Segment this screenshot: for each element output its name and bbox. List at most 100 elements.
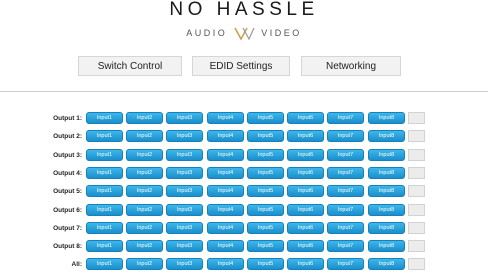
input-1-button[interactable]: Input1 [86,240,123,253]
input-2-button[interactable]: Input2 [126,258,163,271]
matrix-row-output-6: Output 6: Input1 Input2 Input3 Input4 Input5 I… [0,203,488,217]
blank-toggle-button[interactable] [408,240,425,253]
blank-toggle-button[interactable] [408,112,425,124]
brand-header: NO HASSLE AUDIO VIDEO [0,0,488,44]
input-8-button[interactable]: Input8 [368,130,405,143]
input-8-button[interactable]: Input8 [368,112,405,124]
blank-toggle-button[interactable] [408,185,425,198]
input-5-button[interactable]: Input5 [247,130,284,143]
switch-control-button[interactable]: Switch Control [78,56,182,76]
input-4-button[interactable]: Input4 [207,240,244,253]
input-5-button[interactable]: Input5 [247,166,284,179]
input-1-button[interactable]: Input1 [86,130,123,143]
input-1-button[interactable]: Input1 [86,185,123,198]
input-2-button[interactable]: Input2 [126,148,163,161]
output-label: Output 1: [53,115,82,122]
input-2-button[interactable]: Input2 [126,112,163,124]
input-7-button[interactable]: Input7 [327,240,364,253]
input-2-button[interactable]: Input2 [126,221,163,234]
blank-toggle-button[interactable] [408,130,425,143]
input-4-button[interactable]: Input4 [207,112,244,124]
input-6-button[interactable]: Input6 [287,166,324,179]
input-8-button[interactable]: Input8 [368,166,405,179]
input-6-button[interactable]: Input6 [287,221,324,234]
input-4-button[interactable]: Input4 [207,148,244,161]
input-7-button[interactable]: Input7 [327,166,364,179]
input-7-button[interactable]: Input7 [327,148,364,161]
input-2-button[interactable]: Input2 [126,166,163,179]
input-1-button[interactable]: Input1 [86,112,123,124]
input-3-button[interactable]: Input3 [166,258,203,271]
input-6-button[interactable]: Input6 [287,130,324,143]
input-1-button[interactable]: Input1 [86,166,123,179]
input-8-button[interactable]: Input8 [368,258,405,271]
input-1-button[interactable]: Input1 [86,221,123,234]
input-7-button[interactable]: Input7 [327,221,364,234]
input-7-button[interactable]: Input7 [327,185,364,198]
input-4-button[interactable]: Input4 [207,258,244,271]
input-3-button[interactable]: Input3 [166,185,203,198]
input-6-button[interactable]: Input6 [287,185,324,198]
input-3-button[interactable]: Input3 [166,166,203,179]
matrix-row-output-5: Output 5: Input1 Input2 Input3 Input4 Input5 I… [0,185,488,198]
output-label: Output 7: [53,224,82,232]
input-8-button[interactable]: Input8 [368,203,405,216]
input-5-button[interactable]: Input5 [247,112,284,124]
blank-toggle-button[interactable] [408,203,425,216]
input-3-button[interactable]: Input3 [166,112,203,124]
output-label: Output 6: [53,206,82,214]
input-4-button[interactable]: Input4 [207,221,244,234]
input-8-button[interactable]: Input8 [368,221,405,234]
input-6-button[interactable]: Input6 [287,203,324,216]
input-2-button[interactable]: Input2 [126,185,163,198]
input-6-button[interactable]: Input6 [287,112,324,124]
input-1-button[interactable]: Input1 [86,148,123,161]
brand-title: NO HASSLE [169,0,319,20]
input-6-button[interactable]: Input6 [287,240,324,253]
blank-toggle-button[interactable] [408,148,425,161]
input-5-button[interactable]: Input5 [247,203,284,216]
blank-toggle-button[interactable] [408,166,425,179]
input-2-button[interactable]: Input2 [126,203,163,216]
output-label: Output 2: [53,133,82,141]
input-6-button[interactable]: Input6 [287,148,324,161]
input-3-button[interactable]: Input3 [166,221,203,234]
input-5-button[interactable]: Input5 [247,185,284,198]
input-5-button[interactable]: Input5 [247,258,284,271]
input-5-button[interactable]: Input5 [247,148,284,161]
input-7-button[interactable]: Input7 [327,112,364,124]
input-5-button[interactable]: Input5 [247,240,284,253]
input-2-button[interactable]: Input2 [126,240,163,253]
input-7-button[interactable]: Input7 [327,130,364,143]
input-4-button[interactable]: Input4 [207,203,244,216]
matrix-row-output-4: Output 4: Input1 Input2 Input3 Input4 Input5 I… [0,166,488,180]
input-4-button[interactable]: Input4 [207,166,244,179]
matrix-row-output-2: Output 2: Input1 Input2 Input3 Input4 Input5 I… [0,130,488,143]
input-8-button[interactable]: Input8 [368,240,405,253]
output-label: Output 3: [53,151,82,159]
input-8-button[interactable]: Input8 [368,148,405,161]
input-4-button[interactable]: Input4 [207,185,244,198]
input-6-button[interactable]: Input6 [287,258,324,271]
matrix-row-all: All: Input1 Input2 Input3 Input4 Input5 Input6… [0,258,488,271]
input-4-button[interactable]: Input4 [207,130,244,143]
blank-toggle-button[interactable] [408,258,425,271]
input-1-button[interactable]: Input1 [86,203,123,216]
input-3-button[interactable]: Input3 [166,130,203,143]
av-chevron-icon [234,27,255,41]
matrix-row-output-1: Output 1: Input1 Input2 Input3 Input4 Input5 I… [0,112,488,125]
input-3-button[interactable]: Input3 [166,203,203,216]
input-3-button[interactable]: Input3 [166,240,203,253]
input-1-button[interactable]: Input1 [86,258,123,271]
networking-button[interactable]: Networking [301,56,401,76]
input-3-button[interactable]: Input3 [166,148,203,161]
blank-toggle-button[interactable] [408,221,425,234]
input-8-button[interactable]: Input8 [368,185,405,198]
input-7-button[interactable]: Input7 [327,203,364,216]
input-7-button[interactable]: Input7 [327,258,364,271]
input-5-button[interactable]: Input5 [247,221,284,234]
brand-subtitle: AUDIO VIDEO [0,25,488,41]
input-2-button[interactable]: Input2 [126,130,163,143]
output-label: Output 8: [53,243,82,251]
edid-settings-button[interactable]: EDID Settings [192,56,290,76]
